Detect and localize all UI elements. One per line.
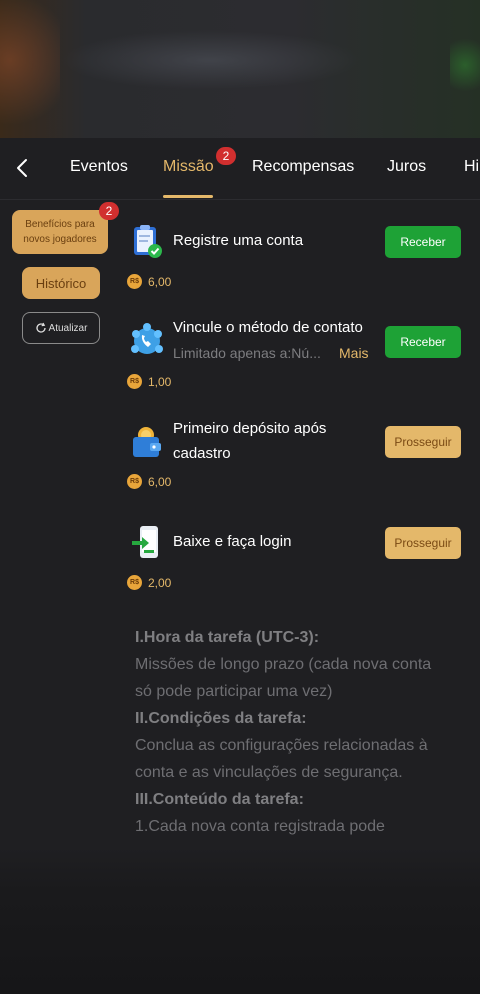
chevron-left-icon [17, 159, 27, 177]
task-reward: R$ 6,00 [127, 474, 171, 489]
more-link[interactable]: Mais [339, 345, 369, 361]
receive-button[interactable]: Receber [385, 326, 461, 358]
coin-icon: R$ [127, 274, 142, 289]
wallet-coin-icon [133, 427, 161, 457]
reward-value: 6,00 [148, 274, 172, 289]
coin-icon: R$ [127, 575, 142, 590]
rules-paragraph-2-line2: conta e as vinculações de segurança. [135, 764, 403, 781]
proceed-button[interactable]: Prosseguir [385, 527, 461, 559]
task-subtitle: Limitado apenas a:Nú... [173, 345, 321, 361]
bottom-fade-overlay [0, 848, 480, 994]
tab-recompensas[interactable]: Recompensas [252, 158, 354, 176]
rules-heading-1: I.Hora da tarefa (UTC-3): [135, 629, 320, 646]
tab-juros[interactable]: Juros [387, 158, 426, 176]
reward-value: 2,00 [148, 575, 172, 590]
rules-paragraph-3-line1: 1.Cada nova conta registrada pode [135, 818, 385, 835]
receive-button[interactable]: Receber [385, 226, 461, 258]
task-title-line2: cadastro [173, 445, 231, 462]
task-reward: R$ 6,00 [127, 274, 171, 289]
rules-paragraph-1-line2: só pode participar uma vez) [135, 683, 333, 700]
task-title-line1: Primeiro depósito após [173, 420, 327, 437]
coin-icon: R$ [127, 374, 142, 389]
tab-eventos[interactable]: Eventos [70, 158, 128, 176]
task-title: Baixe e faça login [173, 533, 292, 550]
refresh-icon [35, 322, 46, 333]
clipboard-check-icon [134, 225, 162, 258]
tab-bar: Eventos Missão 2 Recompensas Juros Hi [0, 138, 480, 200]
rules-paragraph-2-line1: Conclua as configurações relacionadas à [135, 737, 428, 754]
history-button[interactable]: Histórico [22, 267, 100, 299]
tab-missao[interactable]: Missão [163, 158, 214, 176]
proceed-button[interactable]: Prosseguir [385, 426, 461, 458]
back-button[interactable] [8, 154, 36, 182]
task-title: Vincule o método de contato [173, 319, 363, 336]
benefits-badge: 2 [99, 202, 119, 220]
blurred-header-background [0, 0, 480, 138]
new-player-benefits-button[interactable]: Benefícios para novos jogadores [12, 210, 108, 254]
reward-value: 1,00 [148, 374, 172, 389]
task-reward: R$ 1,00 [127, 374, 171, 389]
benefits-label-line2: novos jogadores [23, 234, 97, 245]
mission-panel: Eventos Missão 2 Recompensas Juros Hi Be… [0, 138, 480, 994]
reward-value: 6,00 [148, 474, 172, 489]
refresh-label: Atualizar [48, 322, 88, 334]
refresh-button[interactable]: Atualizar [22, 312, 100, 344]
benefits-label-line1: Benefícios para [25, 219, 95, 230]
coin-icon: R$ [127, 474, 142, 489]
missao-badge: 2 [216, 147, 236, 165]
download-app-icon [132, 526, 158, 558]
rules-heading-3: III.Conteúdo da tarefa: [135, 791, 304, 808]
task-reward: R$ 2,00 [127, 575, 171, 590]
rules-heading-2: II.Condições da tarefa: [135, 710, 307, 727]
rules-paragraph-1-line1: Missões de longo prazo (cada nova conta [135, 656, 432, 673]
task-rules: I.Hora da tarefa (UTC-3): Missões de lon… [135, 624, 465, 840]
contact-phone-icon [131, 323, 163, 354]
task-title: Registre uma conta [173, 232, 304, 249]
active-tab-indicator [163, 195, 213, 198]
tab-hi[interactable]: Hi [464, 158, 479, 176]
